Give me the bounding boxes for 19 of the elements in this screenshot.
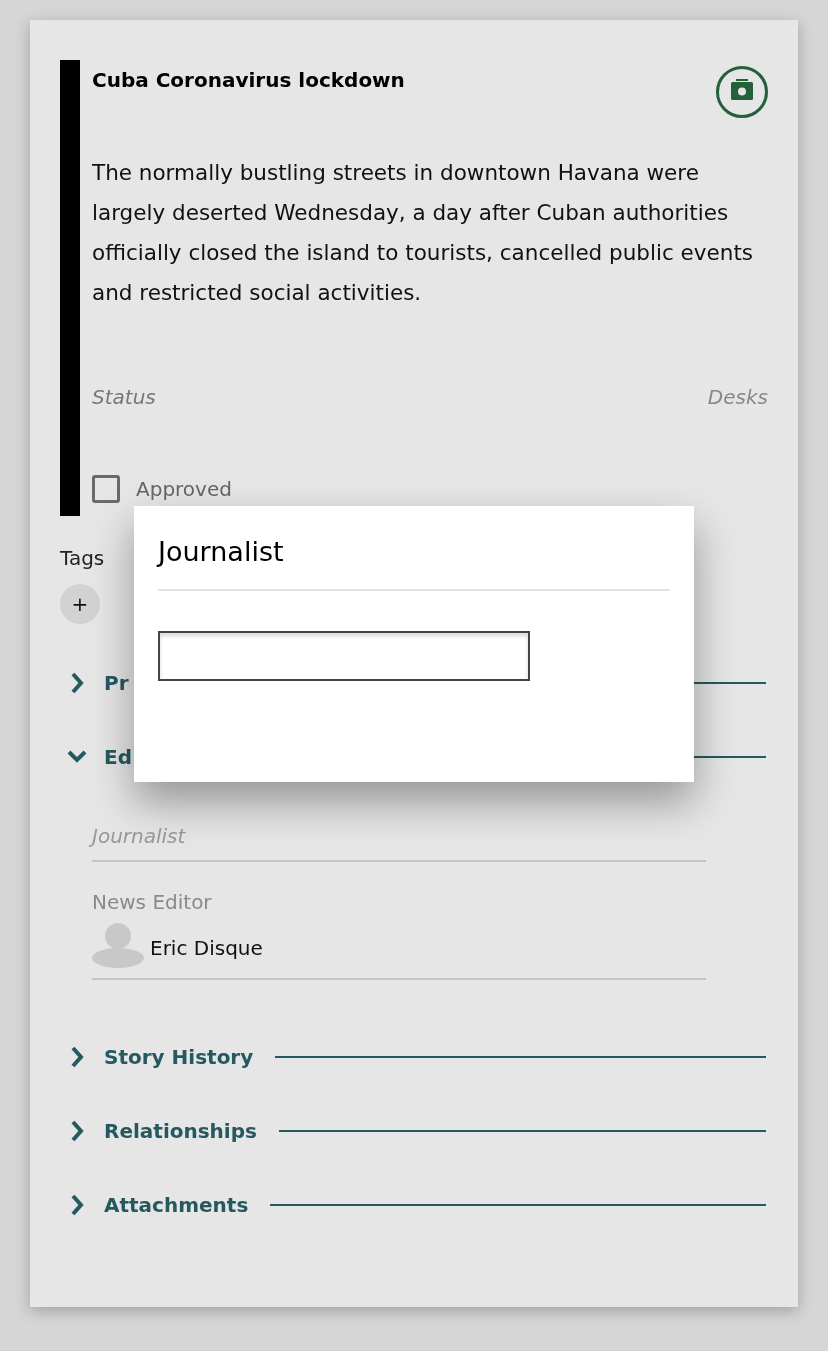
approved-label: Approved — [136, 477, 232, 501]
section-title[interactable]: Ed — [104, 745, 132, 769]
section-title[interactable]: Story History — [104, 1045, 254, 1069]
section-title[interactable]: Attachments — [104, 1193, 249, 1217]
field-label: News Editor — [92, 890, 213, 914]
avatar-icon — [92, 922, 144, 968]
desks-label: Desks — [707, 385, 768, 409]
add-tag-button[interactable]: + — [60, 584, 100, 624]
story-title: Cuba Coronavirus lockdown — [92, 68, 405, 92]
story-description: The normally bustling streets in downtown Havana were largely deserted Wednesday, a day after Cuban authorities officially closed the island to tourists, cancelled public events and restricted social activities. — [92, 159, 755, 307]
status-label: Status — [92, 385, 156, 409]
section-title[interactable]: Pr — [104, 671, 129, 695]
tags-label: Tags — [60, 546, 105, 570]
approved-checkbox[interactable] — [92, 475, 120, 503]
camera-icon[interactable] — [715, 65, 769, 119]
person-name: Eric Disque — [150, 936, 263, 960]
journalist-input[interactable] — [158, 631, 530, 681]
dialog-title: Journalist — [158, 536, 285, 567]
section-title[interactable]: Relationships — [104, 1119, 257, 1143]
